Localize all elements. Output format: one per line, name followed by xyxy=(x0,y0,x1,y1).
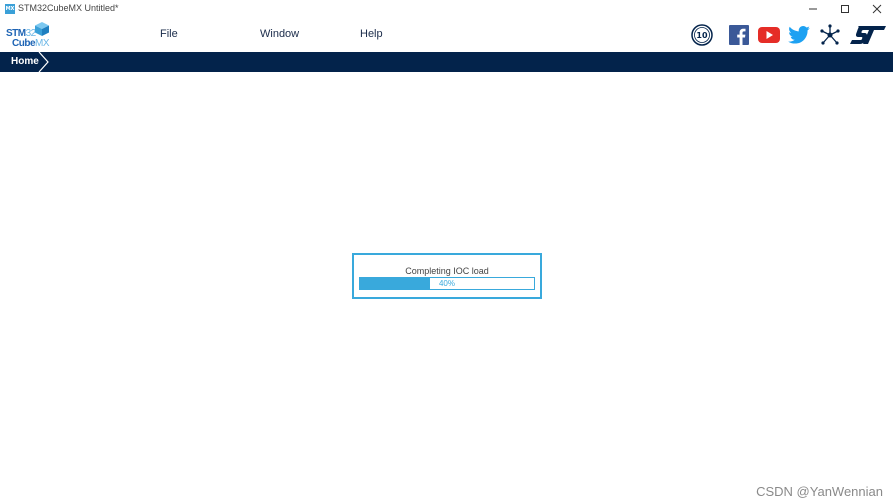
logo-cube-text: Cube xyxy=(12,38,36,49)
menu-file[interactable]: File xyxy=(160,28,178,40)
minimize-icon xyxy=(809,8,817,10)
progress-label: 40% xyxy=(438,279,455,288)
title-bar: MX STM32CubeMX Untitled* xyxy=(0,0,893,18)
logo-line-2: CubeMX xyxy=(12,38,50,49)
maximize-icon xyxy=(841,5,849,13)
twitter-icon[interactable] xyxy=(788,22,810,48)
cube-icon xyxy=(35,22,49,36)
badge-text: 10 xyxy=(696,31,708,40)
youtube-icon[interactable] xyxy=(758,22,780,48)
menu-help[interactable]: Help xyxy=(360,28,383,40)
breadcrumb-home[interactable]: Home xyxy=(0,52,52,72)
menu-window[interactable]: Window xyxy=(260,28,299,40)
ioc-load-progress-dialog: Completing IOC load 40% xyxy=(352,253,542,299)
logo-mx-text: MX xyxy=(35,38,50,49)
anniversary-badge-icon[interactable]: 10 xyxy=(690,22,714,48)
st-logo-icon[interactable] xyxy=(850,22,886,48)
maximize-button[interactable] xyxy=(829,0,861,18)
home-label: Home xyxy=(11,56,39,67)
window-controls xyxy=(797,0,893,18)
close-button[interactable] xyxy=(861,0,893,18)
close-icon xyxy=(872,4,882,14)
stm32cubemx-logo: STM32 CubeMX xyxy=(6,21,52,51)
app-icon: MX xyxy=(5,4,15,14)
progress-bar: 40% xyxy=(359,277,535,290)
watermark: CSDN @YanWennian xyxy=(756,484,883,499)
network-icon[interactable] xyxy=(818,22,842,48)
window-title: STM32CubeMX Untitled* xyxy=(18,3,119,13)
menu-bar: STM32 CubeMX File Window Help 10 xyxy=(0,18,893,52)
minimize-button[interactable] xyxy=(797,0,829,18)
facebook-icon[interactable] xyxy=(728,22,750,48)
breadcrumb-bar: Home xyxy=(0,52,893,72)
chevron-right-icon xyxy=(38,52,49,72)
dialog-message: Completing IOC load xyxy=(405,266,489,276)
